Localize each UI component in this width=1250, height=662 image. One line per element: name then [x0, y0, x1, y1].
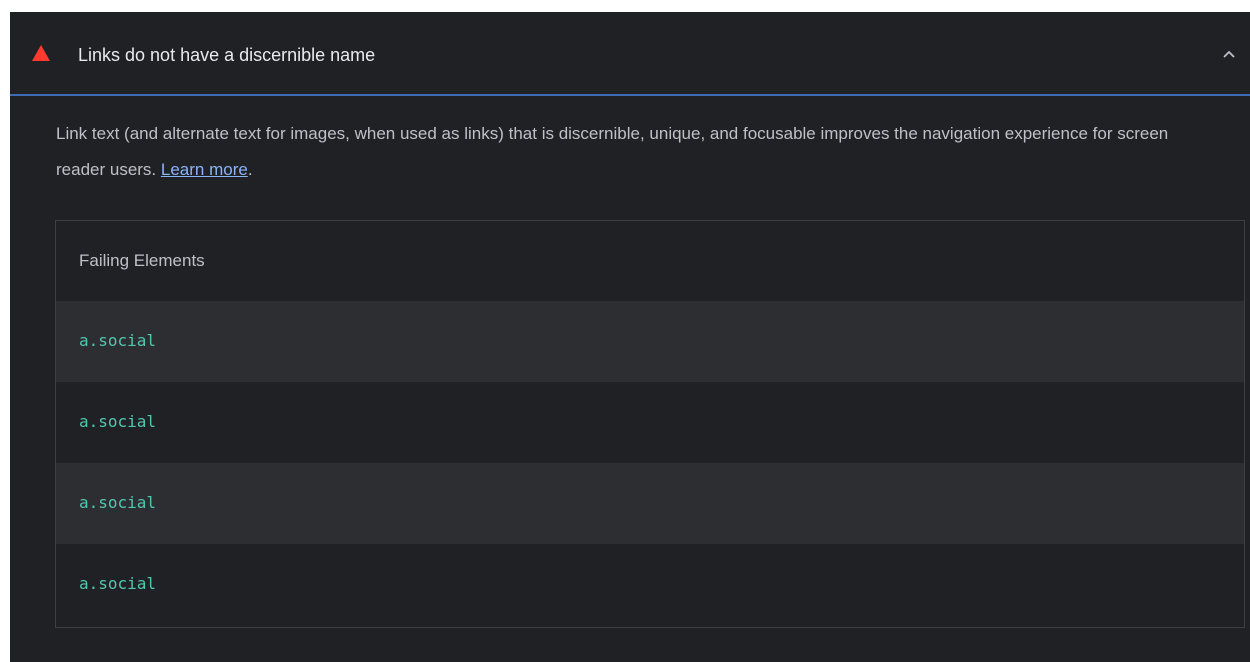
audit-panel: Links do not have a discernible name Lin… [10, 12, 1250, 662]
failing-elements-table: Failing Elements a.social a.social a.soc… [55, 220, 1245, 628]
element-selector: a.social [79, 574, 157, 593]
table-row[interactable]: a.social [56, 544, 1244, 625]
table-row[interactable]: a.social [56, 382, 1244, 463]
chevron-up-icon[interactable] [1218, 43, 1240, 65]
element-selector: a.social [79, 493, 157, 512]
description-end: . [247, 160, 253, 179]
element-selector: a.social [79, 331, 157, 350]
table-header: Failing Elements [56, 221, 1244, 301]
element-selector: a.social [79, 412, 157, 431]
audit-title: Links do not have a discernible name [78, 45, 376, 65]
audit-header[interactable]: Links do not have a discernible name [10, 12, 1250, 96]
table-row[interactable]: a.social [56, 463, 1244, 544]
table-header-label: Failing Elements [79, 251, 205, 270]
table-row[interactable]: a.social [56, 301, 1244, 382]
warning-triangle-icon [32, 45, 50, 61]
audit-description: Link text (and alternate text for images… [56, 116, 1206, 188]
learn-more-link[interactable]: Learn more [161, 160, 248, 179]
